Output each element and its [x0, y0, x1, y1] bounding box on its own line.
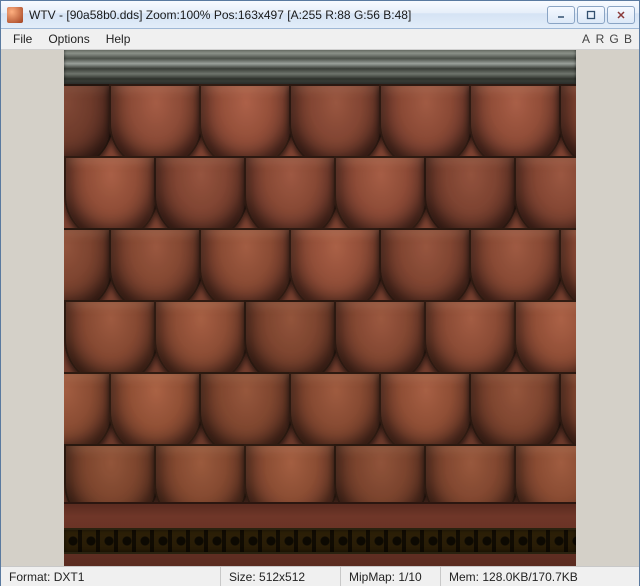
status-size-value: 512x512	[259, 570, 305, 584]
status-mipmap: MipMap: 1/10	[341, 567, 441, 586]
menu-help[interactable]: Help	[98, 30, 139, 48]
menubar: File Options Help A R G B	[1, 29, 639, 50]
window-title: WTV - [90a58b0.dds] Zoom:100% Pos:163x49…	[29, 8, 547, 22]
app-icon	[7, 7, 23, 23]
channel-a[interactable]: A	[579, 30, 593, 48]
texture-body	[64, 84, 576, 502]
title-pos: Pos:163x497	[214, 8, 284, 22]
channel-toggles: A R G B	[579, 30, 635, 48]
title-app: WTV	[29, 8, 56, 22]
menu-options[interactable]: Options	[40, 30, 97, 48]
status-format: Format: DXT1	[1, 567, 221, 586]
status-memory: Mem: 128.0KB/170.7KB	[441, 567, 639, 586]
status-format-value: DXT1	[54, 570, 85, 584]
status-size-label: Size:	[229, 570, 256, 584]
statusbar: Format: DXT1 Size: 512x512 MipMap: 1/10 …	[1, 566, 639, 586]
viewport[interactable]	[1, 50, 639, 566]
titlebar: WTV - [90a58b0.dds] Zoom:100% Pos:163x49…	[1, 1, 639, 29]
status-format-label: Format:	[9, 570, 50, 584]
window-buttons	[547, 6, 635, 24]
status-mip-label: MipMap:	[349, 570, 395, 584]
title-zoom: Zoom:100%	[146, 8, 211, 22]
status-mip-value: 1/10	[398, 570, 421, 584]
channel-g[interactable]: G	[607, 30, 621, 48]
minimize-button[interactable]	[547, 6, 575, 24]
texture-deco-holes	[64, 530, 576, 552]
status-mem-label: Mem:	[449, 570, 479, 584]
channel-b[interactable]: B	[621, 30, 635, 48]
title-pixel: [A:255 R:88 G:56 B:48]	[287, 8, 411, 22]
maximize-button[interactable]	[577, 6, 605, 24]
texture-trim	[64, 50, 576, 84]
status-mem-value: 128.0KB/170.7KB	[482, 570, 577, 584]
channel-r[interactable]: R	[593, 30, 607, 48]
title-file: [90a58b0.dds]	[66, 8, 142, 22]
texture-image	[64, 50, 576, 566]
menu-file[interactable]: File	[5, 30, 40, 48]
status-size: Size: 512x512	[221, 567, 341, 586]
close-button[interactable]	[607, 6, 635, 24]
